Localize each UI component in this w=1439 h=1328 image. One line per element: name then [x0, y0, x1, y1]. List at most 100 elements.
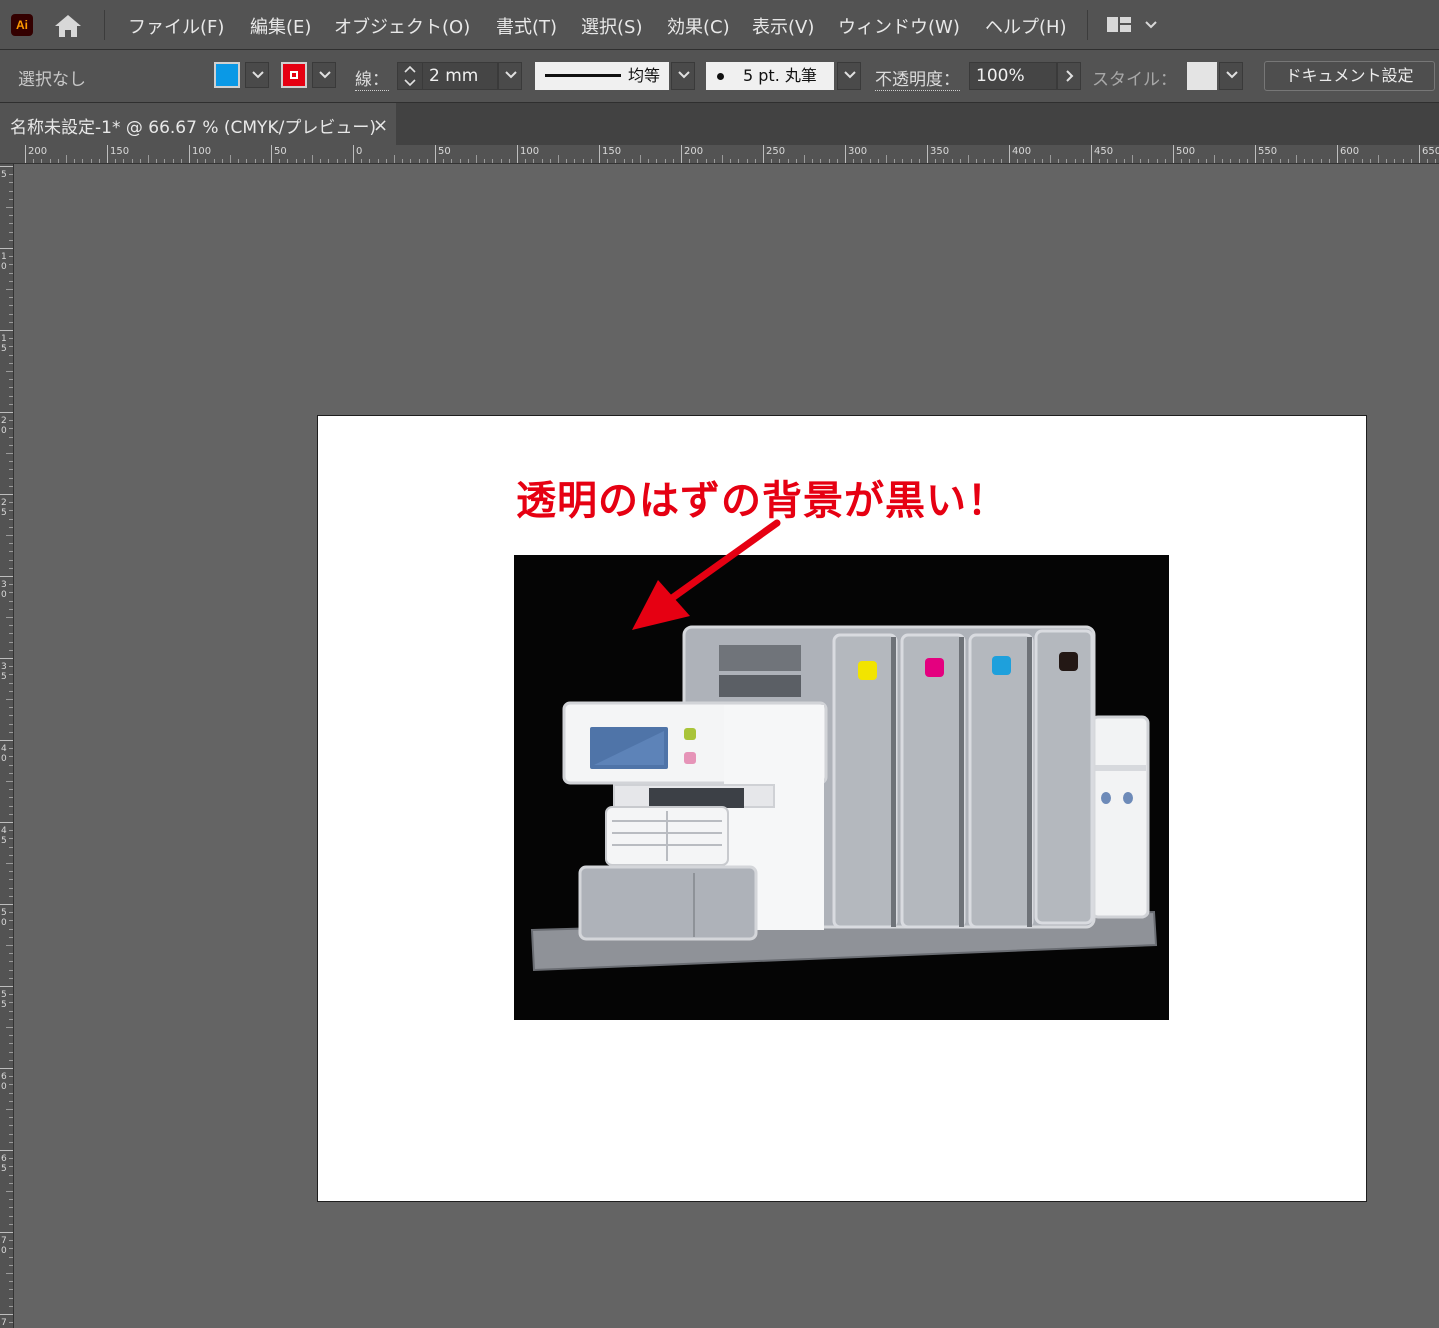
ruler-minor-tick	[9, 854, 13, 856]
workspace-switcher-button[interactable]	[1106, 12, 1164, 38]
ruler-minor-tick	[525, 159, 527, 163]
menu-window[interactable]: ウィンドウ(W)	[838, 13, 960, 39]
stroke-dropdown-button[interactable]	[312, 62, 336, 88]
menu-select[interactable]: 選択(S)	[581, 13, 642, 39]
ruler-minor-tick	[976, 159, 978, 163]
ruler-minor-tick	[1238, 159, 1240, 163]
ruler-minor-tick	[1197, 159, 1199, 163]
menu-help[interactable]: ヘルプ(H)	[985, 13, 1067, 39]
home-button[interactable]	[53, 12, 83, 40]
menu-object[interactable]: オブジェクト(O)	[334, 13, 470, 39]
menu-file[interactable]: ファイル(F)	[128, 13, 224, 39]
ruler-minor-tick	[9, 584, 13, 586]
ruler-minor-tick	[1435, 159, 1437, 163]
ruler-minor-tick	[886, 155, 887, 163]
ruler-minor-tick	[820, 159, 822, 163]
ruler-minor-tick	[9, 1051, 13, 1053]
artboard[interactable]: 透明のはずの背景が黒い！	[317, 415, 1367, 1202]
ruler-minor-tick	[205, 159, 207, 163]
ruler-minor-tick	[9, 1018, 13, 1020]
ruler-minor-tick	[82, 159, 84, 163]
ruler-minor-tick	[9, 1199, 13, 1201]
ruler-label: 300	[848, 146, 868, 157]
ruler-minor-tick	[9, 731, 13, 733]
ruler-minor-tick	[9, 469, 13, 471]
stroke-weight-dropdown-button[interactable]	[498, 62, 522, 90]
ruler-minor-tick	[1378, 155, 1379, 163]
profile-dropdown-button[interactable]	[671, 62, 695, 90]
ruler-minor-tick	[385, 159, 387, 163]
ruler-minor-tick	[795, 159, 797, 163]
ruler-major-tick	[25, 145, 26, 163]
ruler-label: 1 0	[1, 252, 7, 272]
stroke-weight-input[interactable]: 2 mm	[422, 62, 498, 90]
stroke-weight-stepper[interactable]	[397, 62, 423, 90]
ruler-minor-tick	[6, 1191, 13, 1192]
ruler-major-tick	[927, 145, 928, 163]
ruler-minor-tick	[9, 666, 13, 668]
ruler-label: 6 0	[1, 1072, 7, 1092]
ruler-major-tick	[0, 166, 13, 167]
control-bar: 選択なし 線： 2 mm 均等 5 pt. 丸筆 不透明度： 100% スタイル…	[0, 50, 1439, 103]
document-setup-button[interactable]: ドキュメント設定	[1264, 61, 1435, 91]
menu-type[interactable]: 書式(T)	[496, 13, 557, 39]
ruler-major-tick	[1255, 145, 1256, 163]
stroke-color-swatch[interactable]	[281, 62, 307, 88]
ruler-minor-tick	[402, 159, 404, 163]
ruler-minor-tick	[9, 756, 13, 758]
brush-definition[interactable]: 5 pt. 丸筆	[706, 62, 834, 90]
ruler-minor-tick	[131, 159, 133, 163]
ruler-minor-tick	[738, 159, 740, 163]
ruler-minor-tick	[1345, 159, 1347, 163]
ruler-minor-tick	[9, 1281, 13, 1283]
ruler-minor-tick	[74, 159, 76, 163]
brush-dropdown-button[interactable]	[837, 62, 861, 90]
ruler-minor-tick	[918, 159, 920, 163]
ruler-minor-tick	[164, 159, 166, 163]
brush-dot-icon	[717, 73, 724, 80]
ruler-major-tick	[0, 494, 13, 495]
menu-effect[interactable]: 効果(C)	[667, 13, 730, 39]
stroke-label[interactable]: 線：	[355, 65, 389, 91]
opacity-label[interactable]: 不透明度：	[875, 65, 960, 91]
ruler-minor-tick	[836, 159, 838, 163]
ruler-label: 3 0	[1, 580, 7, 600]
close-icon[interactable]: ×	[373, 115, 388, 136]
opacity-expand-button[interactable]	[1057, 62, 1081, 90]
graphic-style-swatch[interactable]	[1187, 62, 1217, 90]
vertical-ruler[interactable]: 5 1 0 1 5 2 0 2 5 3 0 3 5 4 0 4 5 5 0 5 5 6 0 6 5 7 0…	[0, 164, 14, 1328]
horizontal-ruler[interactable]: 200 150 100 50 0 50 100 150 200 250 300 350 400 450 50…	[0, 145, 1439, 164]
ruler-minor-tick	[1050, 155, 1051, 163]
menu-edit[interactable]: 編集(E)	[250, 13, 311, 39]
opacity-input[interactable]: 100%	[969, 62, 1057, 90]
ruler-minor-tick	[9, 1223, 13, 1225]
ruler-minor-tick	[623, 159, 625, 163]
ruler-minor-tick	[9, 321, 13, 323]
ruler-minor-tick	[9, 748, 13, 750]
style-dropdown-button[interactable]	[1219, 62, 1243, 90]
ruler-minor-tick	[9, 1043, 13, 1045]
ruler-minor-tick	[9, 633, 13, 635]
ruler-minor-tick	[9, 518, 13, 520]
fill-color-swatch[interactable]	[214, 62, 240, 88]
ruler-minor-tick	[6, 289, 13, 290]
ruler-minor-tick	[410, 159, 412, 163]
ruler-minor-tick	[1353, 159, 1355, 163]
ruler-minor-tick	[9, 592, 13, 594]
ruler-minor-tick	[9, 1100, 13, 1102]
menu-view[interactable]: 表示(V)	[752, 13, 814, 39]
ruler-minor-tick	[9, 912, 13, 914]
red-arrow-annotation	[632, 519, 781, 630]
document-tab[interactable]: 名称未設定-1* @ 66.67 % (CMYK/プレビュー) ×	[0, 103, 396, 145]
ruler-minor-tick	[369, 159, 371, 163]
ruler-minor-tick	[492, 159, 494, 163]
ruler-minor-tick	[9, 485, 13, 487]
ruler-minor-tick	[230, 155, 231, 163]
ruler-minor-tick	[459, 159, 461, 163]
fill-dropdown-button[interactable]	[245, 62, 269, 88]
ruler-minor-tick	[869, 159, 871, 163]
ruler-minor-tick	[672, 159, 674, 163]
ruler-label: 4 0	[1, 744, 7, 764]
variable-width-profile[interactable]: 均等	[535, 62, 669, 90]
ruler-minor-tick	[377, 159, 379, 163]
